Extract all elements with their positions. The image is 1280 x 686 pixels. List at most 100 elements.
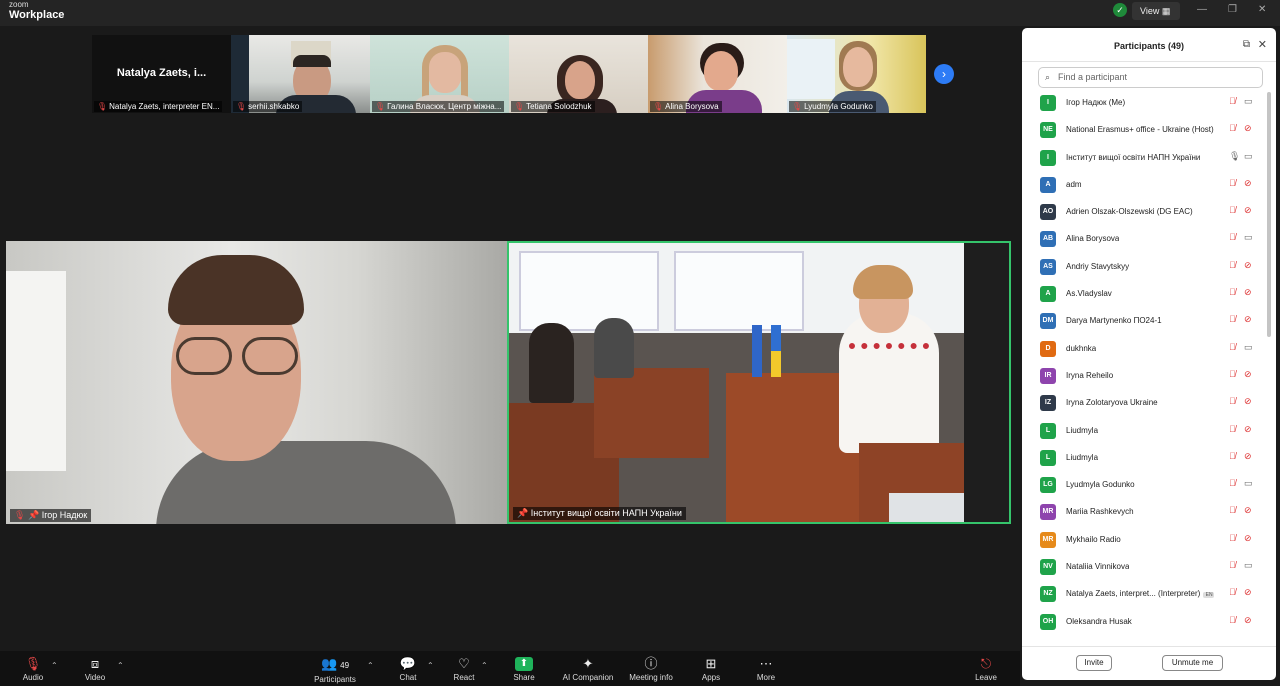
participant-row[interactable]: IZ Iryna Zolotaryova Ukraine 🎙̸ ⊘: [1022, 390, 1270, 417]
participant-row[interactable]: NZ Natalya Zaets, interpret... (Interpret…: [1022, 581, 1270, 608]
participant-name: Liudmyla: [1066, 425, 1099, 435]
camera-icon: ▭: [1244, 232, 1253, 243]
thumbnail-label: 🎙 Natalya Zaets, interpreter EN...: [94, 101, 223, 112]
camera-off-icon: ⊘: [1244, 205, 1252, 216]
participant-row[interactable]: L Liudmyla 🎙̸ ⊘: [1022, 418, 1270, 445]
ai-label: AI Companion: [562, 673, 614, 682]
next-page-button[interactable]: ›: [934, 64, 954, 84]
scrollbar[interactable]: [1267, 92, 1271, 337]
video-tile-main-right[interactable]: 📌 Інститут вищої освіти НАПН України: [507, 241, 1011, 524]
participant-name: Oleksandra Husak: [1066, 616, 1132, 626]
camera-off-icon: ⊘: [1244, 450, 1252, 461]
person-face: [565, 61, 595, 99]
thumbnail-tile[interactable]: Natalya Zaets, i... 🎙 Natalya Zaets, inte…: [92, 35, 231, 113]
search-input[interactable]: ⌕ Find a participant: [1038, 67, 1263, 88]
shield-check-icon[interactable]: ✓: [1113, 3, 1127, 17]
chevron-up-icon[interactable]: ⌃: [427, 661, 434, 670]
window-close-icon[interactable]: ✕: [1258, 4, 1266, 15]
avatar: I: [1040, 95, 1056, 111]
participant-row[interactable]: AO Adrien Olszak-Olszewski (DG EAC) 🎙̸ ⊘: [1022, 199, 1270, 226]
mic-muted-icon: 🎙: [14, 510, 26, 520]
invite-button[interactable]: Invite: [1076, 655, 1112, 671]
ai-companion-button[interactable]: ✦ AI Companion: [558, 657, 618, 683]
minimize-icon[interactable]: —: [1197, 4, 1207, 15]
avatar: NE: [1040, 122, 1056, 139]
participant-name: Natalya Zaets, interpret... (Interpreter…: [1066, 589, 1214, 599]
avatar: A: [1040, 286, 1056, 303]
participant-row[interactable]: LG Lyudmyla Godunko 🎙̸ ▭: [1022, 472, 1270, 499]
avatar: MR: [1040, 504, 1056, 521]
person-seated: [594, 318, 634, 378]
participant-row[interactable]: Aadm 🎙̸ ⊘: [1022, 172, 1270, 199]
participant-row[interactable]: I Інститут вищої освіти НАПН України 🎙 ▭: [1022, 145, 1270, 172]
participant-name: Ігор Надюк: [41, 510, 88, 520]
participant-row[interactable]: I Ігор Надюк (Me) 🎙̸ ▭: [1022, 90, 1270, 117]
participant-name: Mykhailo Radio: [1066, 534, 1121, 544]
avatar: AO: [1040, 204, 1056, 221]
people-icon: 👥 49: [320, 656, 350, 671]
participant-row[interactable]: L Liudmyla 🎙̸ ⊘: [1022, 445, 1270, 472]
more-dots-icon: ⋯: [759, 656, 773, 671]
language-badge: EN: [1203, 592, 1214, 599]
chevron-up-icon[interactable]: ⌃: [481, 661, 488, 670]
participant-row[interactable]: A As.Vladyslav 🎙̸ ⊘: [1022, 281, 1270, 308]
video-label: Video: [84, 673, 106, 682]
maximize-icon[interactable]: ❐: [1228, 4, 1237, 15]
apps-icon: ⊞: [705, 656, 717, 671]
participant-row[interactable]: AS Andriy Stavytskyy 🎙̸ ⊘: [1022, 254, 1270, 281]
thumbnail-tile[interactable]: 🎙 Tetiana Solodzhuk: [509, 35, 648, 113]
leave-button[interactable]: ⎋ Leave: [956, 657, 1016, 683]
participant-name: As.Vladyslav: [1066, 289, 1112, 299]
video-tile-main-left[interactable]: 🎙 📌 Ігор Надюк: [6, 241, 507, 524]
more-button[interactable]: ⋯ More: [736, 656, 796, 683]
participant-row[interactable]: OH Oleksandra Husak 🎙̸ ⊘: [1022, 609, 1270, 636]
meeting-info-button[interactable]: ⓘ Meeting info: [621, 657, 681, 683]
thumbnail-label: 🎙 Alina Borysova: [650, 101, 722, 112]
participant-row[interactable]: IR Iryna Reheilo 🎙̸ ⊘: [1022, 363, 1270, 390]
meeting-info-label: Meeting info: [629, 673, 673, 682]
participant-name: Інститут вищої освіти НАПН України: [1066, 152, 1201, 162]
mic-muted-icon: 🎙: [514, 102, 525, 111]
unmute-me-button[interactable]: Unmute me: [1162, 655, 1223, 671]
chevron-up-icon[interactable]: ⌃: [367, 661, 374, 670]
camera-off-icon: ⊘: [1244, 532, 1252, 543]
window-shape: [674, 251, 804, 331]
thumbnail-label: 🎙 serhii.shkabko: [233, 101, 303, 112]
camera-off-icon: ⊘: [1244, 396, 1252, 407]
search-icon: ⌕: [1045, 72, 1051, 82]
popout-icon[interactable]: ⧉: [1243, 39, 1250, 50]
mic-muted-icon: 🎙̸: [1229, 478, 1236, 489]
camera-icon: ▭: [1244, 478, 1253, 489]
participant-row[interactable]: MR Mariia Rashkevych 🎙̸ ⊘: [1022, 499, 1270, 526]
avatar: NZ: [1040, 586, 1056, 603]
mic-muted-icon: 🎙̸: [1229, 614, 1236, 625]
grid-icon: ▦: [1161, 6, 1171, 16]
mic-muted-icon: 🎙̸: [1229, 505, 1236, 516]
video-tile-label: 🎙 📌 Ігор Надюк: [10, 509, 92, 522]
participant-row[interactable]: MR Mykhailo Radio 🎙̸ ⊘: [1022, 527, 1270, 554]
chevron-up-icon[interactable]: ⌃: [51, 661, 58, 670]
share-button[interactable]: ⬆ Share: [494, 657, 554, 682]
participant-row[interactable]: NV Nataliia Vinnikova 🎙̸ ▭: [1022, 554, 1270, 581]
video-button[interactable]: ⧈ Video: [65, 657, 125, 683]
participants-button[interactable]: 👥 49 Participants: [305, 656, 365, 685]
participant-name: Tetiana Solodzhuk: [526, 102, 592, 111]
view-button[interactable]: View ▦: [1132, 2, 1180, 20]
mic-muted-icon: 🎙̸: [1229, 450, 1236, 461]
apps-button[interactable]: ⊞ Apps: [681, 656, 741, 683]
react-label: React: [453, 673, 475, 682]
thumbnail-tile[interactable]: 🎙 Alina Borysova: [648, 35, 787, 113]
participant-name: Liudmyla: [1066, 452, 1099, 462]
thumbnail-tile[interactable]: 🎙 Галина Власюк, Центр міжна...: [370, 35, 509, 113]
participant-row[interactable]: DM Darya Martynenko ПО24-1 🎙̸ ⊘: [1022, 308, 1270, 335]
person-seated: [529, 323, 574, 403]
brand-small: zoom: [9, 0, 29, 9]
participant-row[interactable]: NE National Erasmus+ office - Ukraine (Ho…: [1022, 117, 1270, 144]
participant-row[interactable]: Ddukhnka 🎙̸ ▭: [1022, 336, 1270, 363]
close-icon[interactable]: ✕: [1258, 38, 1267, 51]
avatar: L: [1040, 422, 1056, 439]
participant-row[interactable]: AB Alina Borysova 🎙̸ ▭: [1022, 226, 1270, 253]
thumbnail-tile[interactable]: 🎙 serhii.shkabko: [231, 35, 370, 113]
thumbnail-tile[interactable]: 🎙 Lyudmyla Godunko: [787, 35, 926, 113]
chevron-up-icon[interactable]: ⌃: [117, 661, 124, 670]
